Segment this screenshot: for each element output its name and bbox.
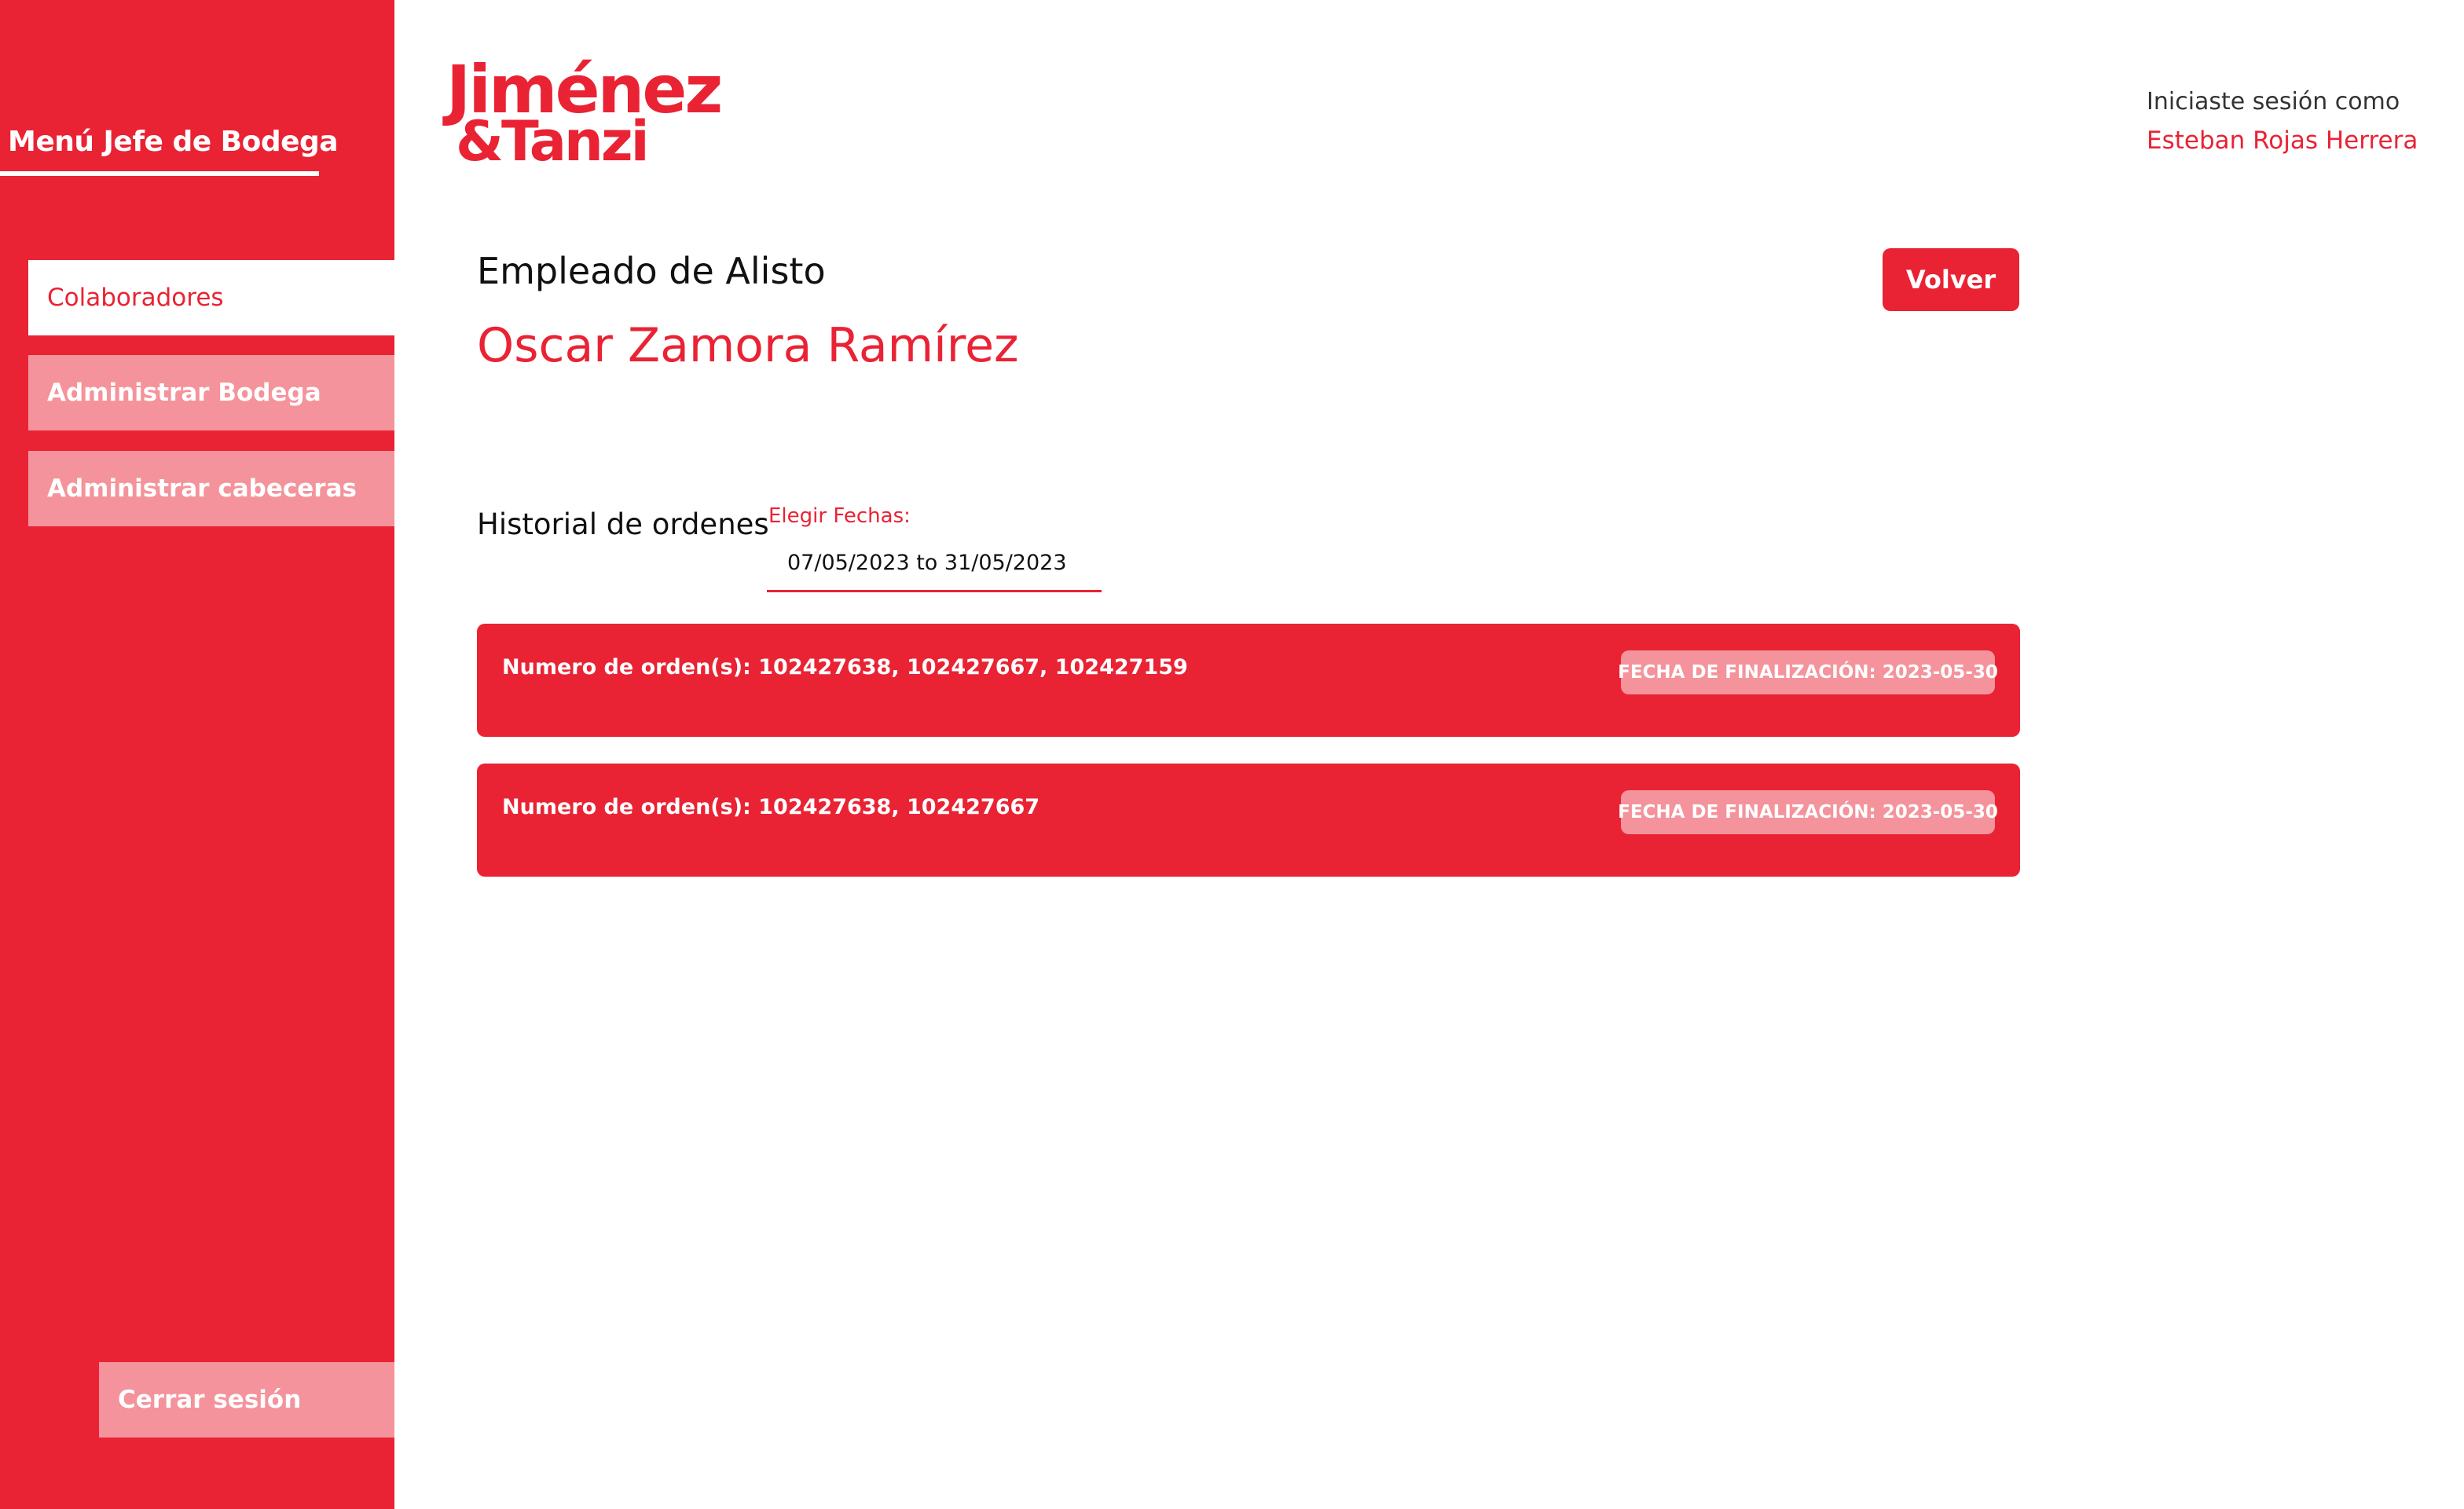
logout-button[interactable]: Cerrar sesión xyxy=(99,1362,394,1438)
session-info: Iniciaste sesión como Esteban Rojas Herr… xyxy=(2147,88,2418,155)
history-title: Historial de ordenes xyxy=(477,507,769,541)
order-card[interactable]: Numero de orden(s): 102427638, 102427667… xyxy=(477,764,2020,877)
sidebar-title: Menú Jefe de Bodega xyxy=(8,126,339,158)
logout-label: Cerrar sesión xyxy=(118,1386,302,1414)
date-range-input[interactable] xyxy=(767,536,1102,592)
order-card[interactable]: Numero de orden(s): 102427638, 102427667… xyxy=(477,624,2020,737)
order-numbers: Numero de orden(s): 102427638, 102427667… xyxy=(502,655,1188,679)
sidebar-item-label: Administrar cabeceras xyxy=(47,474,357,503)
session-label: Iniciaste sesión como xyxy=(2147,88,2400,115)
completion-date-badge: FECHA DE FINALIZACIÓN: 2023-05-30 xyxy=(1618,790,1998,834)
order-numbers: Numero de orden(s): 102427638, 102427667 xyxy=(502,795,1040,819)
sidebar-item-colaboradores[interactable]: Colaboradores xyxy=(28,260,394,335)
employee-role: Empleado de Alisto xyxy=(477,250,826,292)
employee-name: Oscar Zamora Ramírez xyxy=(477,318,1019,373)
sidebar-item-administrar-cabeceras[interactable]: Administrar cabeceras xyxy=(28,451,394,526)
sidebar-item-label: Colaboradores xyxy=(47,284,224,312)
sidebar-item-administrar-bodega[interactable]: Administrar Bodega xyxy=(28,355,394,430)
session-user-name: Esteban Rojas Herrera xyxy=(2147,126,2418,155)
date-range-label: Elegir Fechas: xyxy=(768,504,911,528)
sidebar: Menú Jefe de Bodega Colaboradores Admini… xyxy=(0,0,394,1509)
app-root: Menú Jefe de Bodega Colaboradores Admini… xyxy=(0,0,2464,1509)
brand-logo: Jiménez &Tanzi xyxy=(446,57,723,169)
back-button[interactable]: Volver xyxy=(1883,248,2019,311)
sidebar-title-underline xyxy=(0,171,319,176)
sidebar-item-label: Administrar Bodega xyxy=(47,379,321,407)
completion-date-badge: FECHA DE FINALIZACIÓN: 2023-05-30 xyxy=(1618,650,1998,694)
